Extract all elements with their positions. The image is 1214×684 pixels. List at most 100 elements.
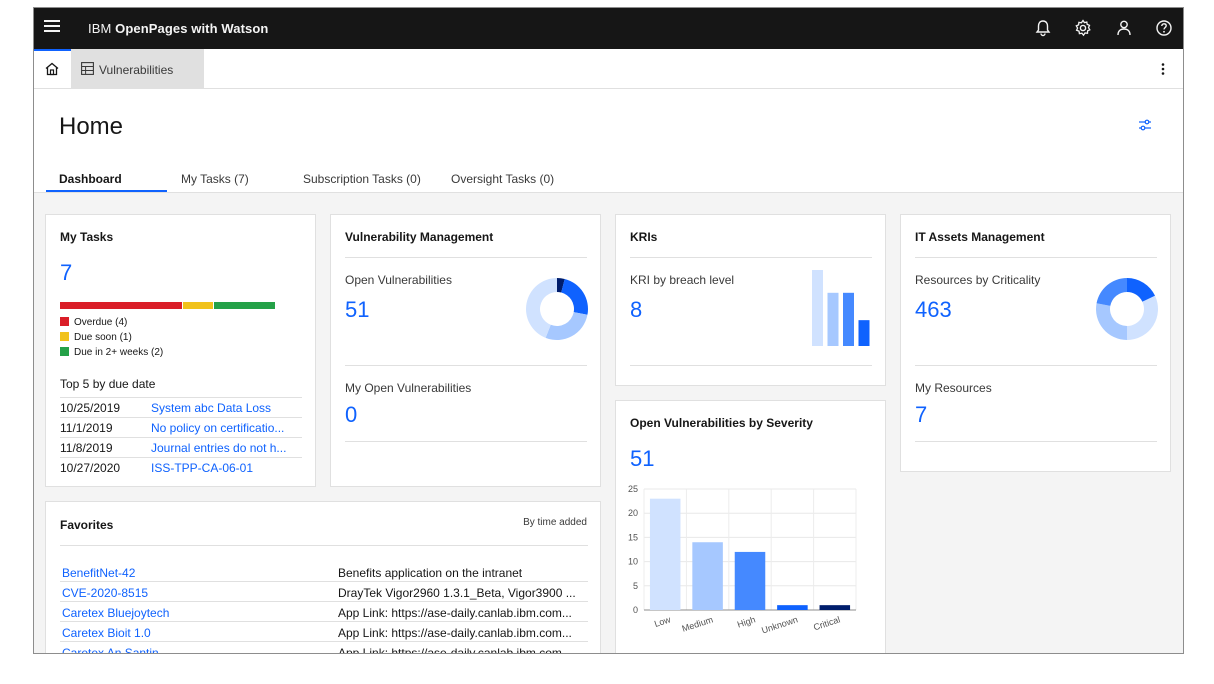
- top5-label: Top 5 by due date: [60, 377, 156, 391]
- favorite-name[interactable]: Caretex Bluejoytech: [62, 606, 169, 620]
- task-link[interactable]: ISS-TPP-CA-06-01: [151, 461, 253, 475]
- severity-bar-unknown[interactable]: [777, 605, 808, 610]
- task-link[interactable]: System abc Data Loss: [151, 401, 271, 415]
- task-status-bar: [60, 302, 275, 309]
- donut-segment[interactable]: [561, 278, 588, 315]
- x-tick-label: Critical: [812, 614, 841, 632]
- kri-breach-level-label: KRI by breach level: [630, 273, 735, 287]
- task-link[interactable]: Journal entries do not h...: [151, 441, 286, 455]
- task-date: 10/27/2020: [60, 461, 121, 475]
- notification-icon[interactable]: [1033, 18, 1053, 38]
- my-resources-value[interactable]: 7: [915, 402, 927, 428]
- x-tick-label: Medium: [681, 614, 715, 633]
- favorite-row[interactable]: Caretex An Santin App Link: https://ase-…: [60, 642, 588, 653]
- severity-bar-low[interactable]: [649, 498, 681, 610]
- task-date: 10/25/2019: [60, 401, 121, 415]
- settings-adjust-icon[interactable]: [1137, 117, 1153, 133]
- open-vulnerabilities-donut[interactable]: [525, 277, 589, 341]
- task-date: 11/8/2019: [60, 441, 113, 455]
- tab-vulnerabilities[interactable]: Vulnerabilities: [71, 49, 204, 89]
- divider: [345, 365, 587, 366]
- kri-bar[interactable]: [812, 270, 823, 346]
- help-icon[interactable]: [1154, 18, 1174, 38]
- tab-subscription-tasks[interactable]: Subscription Tasks (0): [303, 172, 421, 186]
- favorite-description: DrayTek Vigor2960 1.3.1_Beta, Vigor3900 …: [338, 586, 576, 600]
- open-vulnerabilities-label: Open Vulnerabilities: [345, 273, 452, 287]
- y-tick-label: 0: [633, 605, 638, 615]
- legend-due-soon: Due soon (1): [60, 332, 132, 343]
- app-window: IBM OpenPages with Watson Vulnerabilitie…: [33, 7, 1184, 654]
- kris-title: KRIs: [630, 230, 658, 244]
- divider: [345, 441, 587, 442]
- favorite-row[interactable]: CVE-2020-8515 DrayTek Vigor2960 1.3.1_Be…: [60, 582, 588, 602]
- y-tick-label: 15: [628, 532, 638, 542]
- kri-breach-level-value[interactable]: 8: [630, 297, 642, 323]
- favorite-name[interactable]: Caretex Bioit 1.0: [62, 626, 151, 640]
- x-tick-label: High: [736, 614, 757, 629]
- user-profile-icon[interactable]: [1114, 18, 1134, 38]
- legend-due-later: Due in 2+ weeks (2): [60, 347, 163, 358]
- task-link[interactable]: No policy on certificatio...: [151, 421, 284, 435]
- x-tick-label: Low: [653, 614, 672, 629]
- kris-card: KRIs KRI by breach level 8: [615, 214, 886, 386]
- divider: [630, 257, 872, 258]
- resources-criticality-donut[interactable]: [1095, 277, 1159, 341]
- tab-oversight-tasks[interactable]: Oversight Tasks (0): [451, 172, 554, 186]
- resources-by-criticality-value[interactable]: 463: [915, 297, 952, 323]
- severity-bar-high[interactable]: [734, 551, 766, 610]
- home-icon: [45, 62, 59, 76]
- overflow-menu-icon[interactable]: [1155, 61, 1171, 77]
- legend-due-later-label: Due in 2+ weeks (2): [74, 347, 164, 358]
- severity-total-value[interactable]: 51: [630, 446, 654, 472]
- divider: [915, 441, 1157, 442]
- favorite-row[interactable]: Caretex Bluejoytech App Link: https://as…: [60, 602, 588, 622]
- home-tab[interactable]: [34, 49, 71, 89]
- tab-dashboard[interactable]: Dashboard: [59, 172, 122, 186]
- tab-vulnerabilities-label: Vulnerabilities: [99, 63, 174, 77]
- favorite-row[interactable]: BenefitNet-42 Benefits application on th…: [60, 562, 588, 582]
- settings-gear-icon[interactable]: [1073, 18, 1093, 38]
- kri-bar-chart[interactable]: [812, 270, 874, 348]
- donut-segment[interactable]: [1096, 278, 1127, 306]
- task-row: 10/25/2019 System abc Data Loss: [60, 398, 302, 418]
- kri-bar[interactable]: [827, 292, 839, 346]
- app-title[interactable]: IBM OpenPages with Watson: [88, 21, 268, 36]
- app-title-prefix: IBM: [88, 21, 116, 36]
- favorite-name[interactable]: CVE-2020-8515: [62, 586, 148, 600]
- favorite-row[interactable]: Caretex Bioit 1.0 App Link: https://ase-…: [60, 622, 588, 642]
- donut-segment[interactable]: [545, 312, 588, 340]
- divider: [630, 365, 872, 366]
- donut-segment[interactable]: [1127, 295, 1158, 340]
- divider: [915, 257, 1157, 258]
- page-title: Home: [59, 113, 124, 140]
- kri-bar[interactable]: [858, 320, 870, 346]
- favorite-name[interactable]: Caretex An Santin: [62, 646, 159, 653]
- severity-bar-critical[interactable]: [819, 605, 851, 610]
- vulnerability-management-title: Vulnerability Management: [345, 230, 494, 244]
- my-open-vulnerabilities-label: My Open Vulnerabilities: [345, 381, 472, 395]
- favorite-description: App Link: https://ase-daily.canlab.ibm.c…: [338, 626, 572, 640]
- app-title-product: OpenPages with Watson: [115, 21, 269, 36]
- page-header: Home Dashboard My Tasks (7) Subscription…: [34, 89, 1183, 193]
- severity-bar-medium[interactable]: [692, 542, 723, 610]
- divider: [915, 365, 1157, 366]
- tab-my-tasks[interactable]: My Tasks (7): [181, 172, 249, 186]
- task-date: 11/1/2019: [60, 421, 113, 435]
- due-soon-swatch: [60, 332, 69, 341]
- hamburger-menu-icon[interactable]: [44, 20, 60, 34]
- my-open-vulnerabilities-value[interactable]: 0: [345, 402, 357, 428]
- kri-bar[interactable]: [843, 292, 854, 346]
- favorites-sort-label[interactable]: By time added: [523, 517, 587, 528]
- legend-overdue-label: Overdue (4): [74, 317, 128, 328]
- my-tasks-count[interactable]: 7: [60, 260, 72, 286]
- it-assets-card: IT Assets Management Resources by Critic…: [900, 214, 1171, 472]
- task-bar-segment: [60, 302, 182, 309]
- donut-segment[interactable]: [1096, 303, 1127, 340]
- favorite-name[interactable]: BenefitNet-42: [62, 566, 135, 580]
- x-tick-label: Unknown: [760, 614, 799, 635]
- open-vulnerabilities-value[interactable]: 51: [345, 297, 369, 323]
- severity-bar-chart: 0 5 10 15 20 25 Low Medium High Unknown Critical: [628, 484, 857, 635]
- task-row: 10/27/2020 ISS-TPP-CA-06-01: [60, 458, 302, 478]
- overdue-swatch: [60, 317, 69, 326]
- it-assets-title: IT Assets Management: [915, 230, 1045, 244]
